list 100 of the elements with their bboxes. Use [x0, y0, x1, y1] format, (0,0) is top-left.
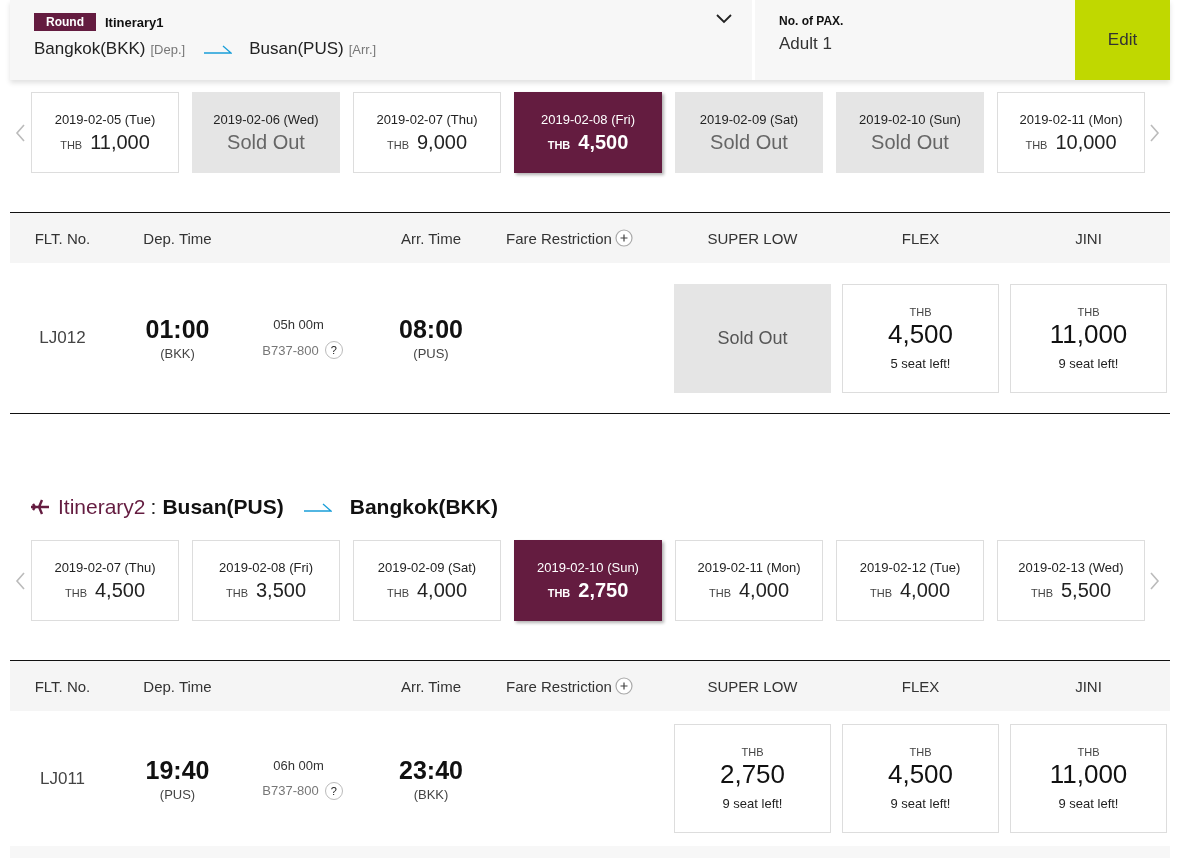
itinerary-label: Itinerary1: [105, 14, 164, 30]
price: 9,000: [416, 130, 468, 154]
seats-left: 5 seat left!: [890, 355, 951, 371]
fare-option[interactable]: THB 11,000 9 seat left!: [1010, 724, 1167, 833]
date-text: 2019-02-09 (Sat): [377, 559, 477, 575]
column-header: FLEX: [900, 229, 941, 247]
seats-left: 9 seat left!: [890, 796, 951, 811]
origin-city: Bangkok(BKK): [34, 39, 146, 59]
price: 4,500: [94, 578, 146, 602]
column-header: Dep. Time: [142, 229, 213, 247]
separator: :: [150, 495, 157, 519]
fare-option[interactable]: THB 4,500 9 seat left!: [842, 724, 999, 833]
origin-tag: [Dep.]: [150, 42, 186, 57]
departure-time: 01:00: [145, 315, 210, 344]
price: 2,750: [719, 759, 786, 790]
arrival-airport: (PUS): [413, 346, 449, 361]
currency: THB: [547, 586, 571, 599]
date-card[interactable]: 2019-02-07 (Thu) THB 9,000: [353, 92, 501, 173]
price: 4,500: [578, 130, 629, 154]
flight-duration: 05h 00m: [273, 317, 324, 332]
arrival-time: 23:40: [399, 755, 463, 785]
currency: THB: [1030, 586, 1053, 599]
column-header: FLEX: [900, 677, 941, 695]
destination-tag: [Arr.]: [348, 42, 377, 57]
pax-label: No. of PAX.: [779, 14, 845, 28]
price: 10,000: [1055, 130, 1117, 154]
currency: THB: [741, 746, 764, 758]
destination-city: Busan(PUS): [249, 39, 344, 59]
date-card[interactable]: 2019-02-08 (Fri) THB 4,500: [514, 92, 662, 173]
arrival-time: 08:00: [399, 315, 463, 344]
flight-duration: 06h 00m: [273, 757, 324, 773]
column-header: FLT. No.: [33, 677, 92, 695]
currency: THB: [60, 138, 83, 151]
date-card[interactable]: 2019-02-12 (Tue) THB 4,000: [836, 540, 984, 621]
help-button[interactable]: ?: [324, 781, 343, 800]
date-card[interactable]: 2019-02-13 (Wed) THB 5,500: [997, 540, 1145, 621]
date-card[interactable]: 2019-02-09 (Sat) Sold Out: [675, 92, 823, 173]
date-text: 2019-02-12 (Tue): [859, 559, 961, 575]
price: 4,000: [416, 578, 468, 602]
price: 11,000: [1049, 318, 1128, 350]
chevron-left-icon[interactable]: [15, 123, 25, 142]
plus-circle-icon[interactable]: [614, 677, 633, 695]
plane-icon: [30, 499, 50, 515]
currency: THB: [708, 586, 731, 599]
column-header: JINI: [1074, 229, 1103, 247]
aircraft-type: B737-800: [262, 342, 319, 358]
plus-circle-icon[interactable]: [614, 229, 633, 247]
date-card[interactable]: 2019-02-10 (Sun) THB 2,750: [514, 540, 662, 621]
fare-option[interactable]: THB 4,500 5 seat left!: [842, 283, 999, 393]
aircraft-type: B737-800: [262, 783, 319, 798]
fare-option[interactable]: THB 2,750 9 seat left!: [674, 724, 831, 833]
date-text: 2019-02-07 (Thu): [54, 559, 156, 575]
chevron-right-icon[interactable]: [1150, 123, 1160, 142]
price: 11,000: [1049, 759, 1128, 790]
chevron-right-icon[interactable]: [1150, 571, 1160, 590]
date-text: 2019-02-05 (Tue): [54, 111, 156, 127]
date-card[interactable]: 2019-02-07 (Thu) THB 4,500: [31, 540, 179, 621]
date-card[interactable]: 2019-02-06 (Wed) Sold Out: [192, 92, 340, 173]
currency: THB: [386, 586, 409, 599]
date-card[interactable]: 2019-02-10 (Sun) Sold Out: [836, 92, 984, 173]
date-card[interactable]: 2019-02-05 (Tue) THB 11,000: [31, 92, 179, 173]
destination-city: Bangkok(BKK): [349, 495, 498, 519]
column-header: Arr. Time: [400, 229, 462, 247]
price: 11,000: [90, 130, 150, 154]
date-text: 2019-02-09 (Sat): [699, 111, 799, 127]
currency: THB: [1077, 746, 1100, 758]
date-text: 2019-02-08 (Fri): [541, 111, 635, 127]
chevron-down-icon[interactable]: [716, 14, 732, 24]
date-card[interactable]: 2019-02-11 (Mon) THB 4,000: [675, 540, 823, 621]
date-text: 2019-02-08 (Fri): [219, 559, 313, 575]
sold-out-text: Sold Out: [710, 130, 788, 154]
help-button[interactable]: ?: [324, 341, 343, 359]
column-header: Fare Restriction: [506, 229, 612, 247]
price: 2,750: [578, 578, 629, 602]
fare-option[interactable]: THB 11,000 9 seat left!: [1010, 283, 1167, 393]
sold-out-text: Sold Out: [717, 327, 788, 349]
seats-left: 9 seat left!: [1058, 355, 1119, 371]
chevron-left-icon[interactable]: [15, 571, 25, 590]
date-text: 2019-02-07 (Thu): [376, 111, 478, 127]
currency: THB: [64, 586, 87, 599]
currency: THB: [909, 305, 932, 318]
column-header: Arr. Time: [400, 677, 462, 695]
departure-time: 19:40: [145, 755, 210, 785]
currency: THB: [909, 746, 932, 758]
column-header: SUPER LOW: [706, 229, 799, 247]
date-card[interactable]: 2019-02-11 (Mon) THB 10,000: [997, 92, 1145, 173]
date-card[interactable]: 2019-02-09 (Sat) THB 4,000: [353, 540, 501, 621]
date-text: 2019-02-11 (Mon): [1019, 111, 1123, 127]
date-text: 2019-02-06 (Wed): [213, 111, 319, 127]
column-header: FLT. No.: [33, 229, 92, 247]
currency: THB: [869, 586, 892, 599]
price: 4,500: [887, 759, 954, 790]
currency: THB: [1077, 305, 1100, 318]
arrival-airport: (BKK): [413, 786, 449, 802]
sold-out-text: Sold Out: [871, 130, 949, 154]
price: 4,000: [738, 578, 790, 602]
seats-left: 9 seat left!: [722, 796, 783, 811]
column-header: JINI: [1074, 677, 1103, 695]
date-card[interactable]: 2019-02-08 (Fri) THB 3,500: [192, 540, 340, 621]
edit-button[interactable]: Edit: [1075, 0, 1170, 80]
